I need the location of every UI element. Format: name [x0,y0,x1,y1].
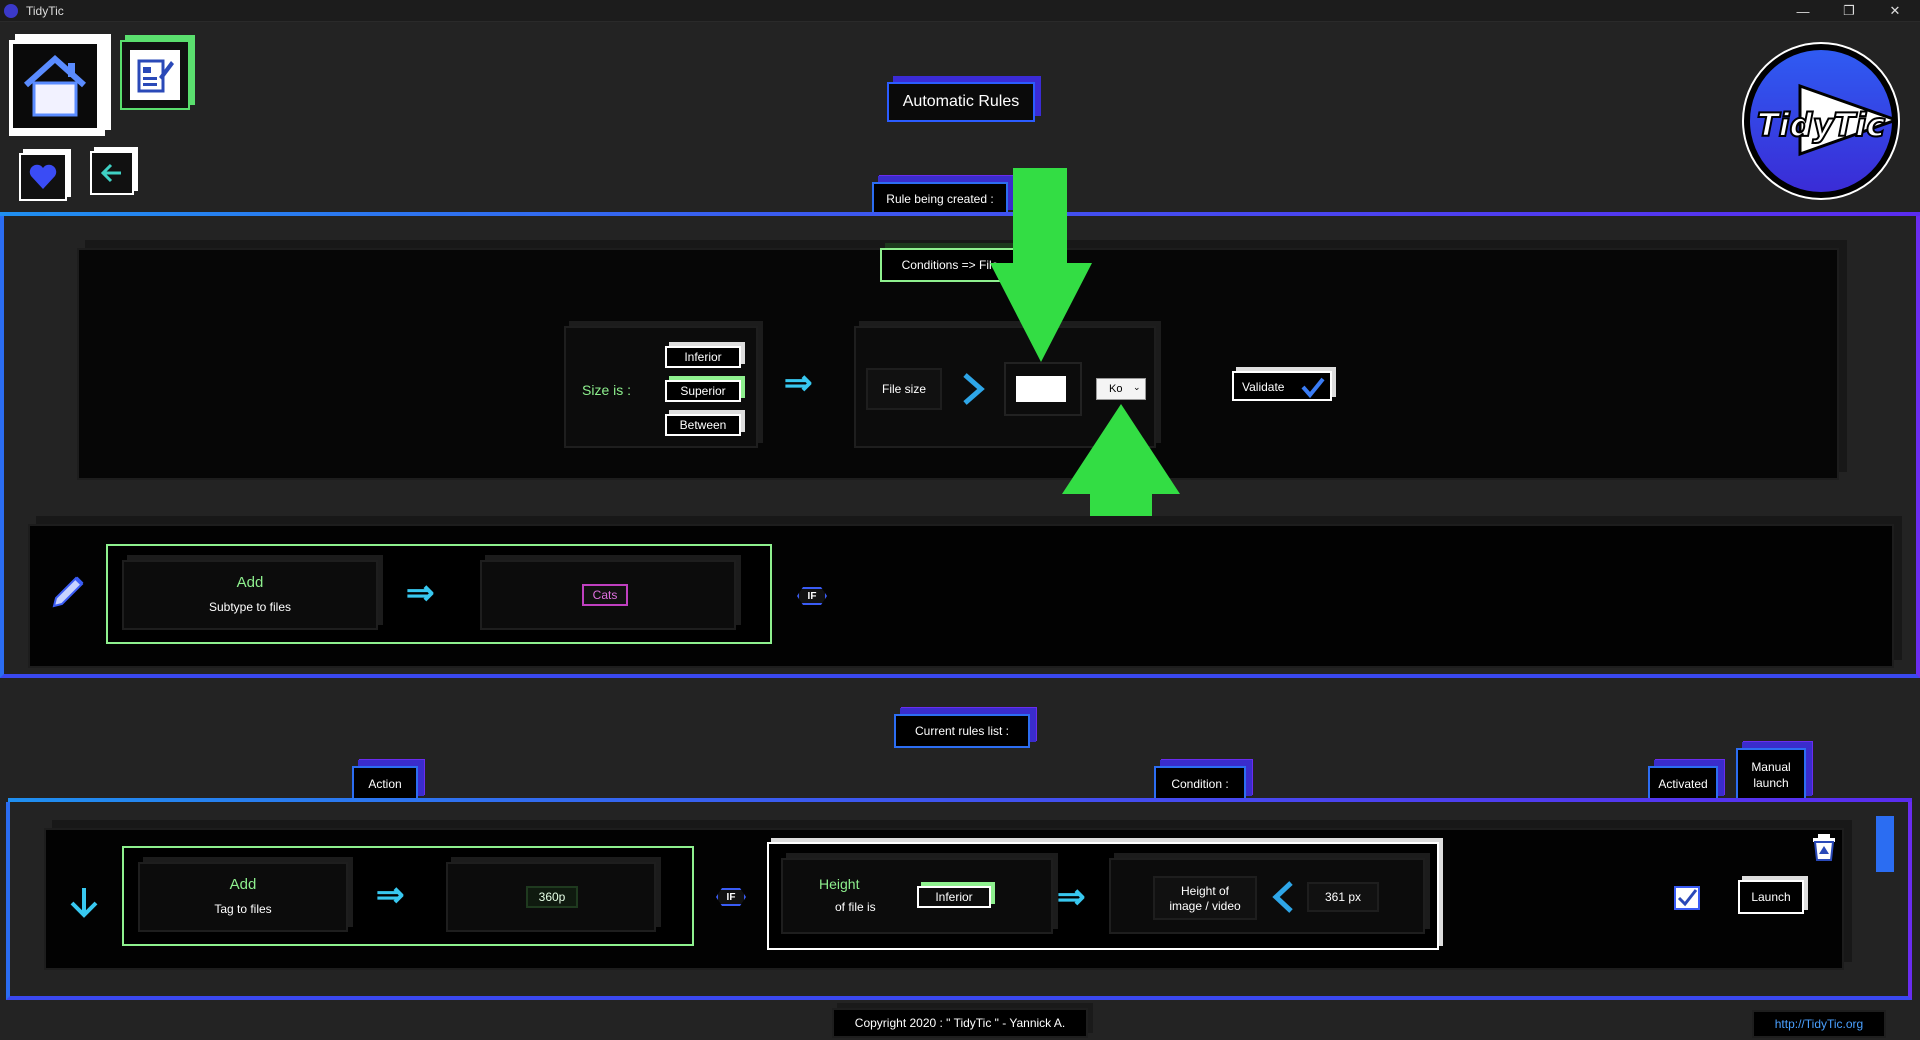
highlight-arrow-down-icon [990,168,1092,362]
rule-action-box: Add Tag to files ⇒ 360p [122,846,694,946]
column-action: Action [352,766,418,802]
tidytic-logo: TidyTic [1742,42,1900,200]
back-arrow-icon [99,161,125,185]
rule-action-verb-box: Add Tag to files [138,862,348,932]
double-arrow-icon: ⇒ [406,574,435,612]
validate-button[interactable]: Validate [1232,371,1332,401]
check-icon [1300,375,1326,399]
home-icon [13,44,97,128]
action-box: Add Subtype to files ⇒ Cats [106,544,772,644]
expand-arrow-icon[interactable] [66,884,102,920]
pencil-icon[interactable] [48,572,88,612]
rule-if-badge: IF [716,888,746,906]
action-value-box: Cats [480,560,736,630]
column-activated: Activated [1648,766,1718,802]
option-inferior-button[interactable]: Inferior [665,346,741,368]
rule-condition-box: Height of file is Inferior ⇒ Height of i… [767,842,1439,950]
rule-action-object: Tag to files [214,902,272,916]
file-size-label: File size [866,368,942,410]
title-bar: TidyTic — ❐ ✕ [0,0,1920,22]
double-arrow-icon: ⇒ [376,876,405,914]
rule-condition-field-box: Height of image / video 361 px [1109,858,1425,934]
activated-checkbox[interactable] [1674,886,1700,910]
rule-condition-field-line2: image / video [1169,899,1241,913]
rules-scrollbar[interactable] [1876,816,1894,872]
rule-condition-value: 361 px [1307,882,1379,912]
if-badge: IF [797,587,827,605]
close-icon[interactable]: ✕ [1872,0,1918,22]
rule-condition-operator: Inferior [917,886,991,908]
greater-than-icon [960,372,986,406]
trash-icon[interactable] [1810,832,1838,862]
manual-launch-line2: launch [1753,776,1789,790]
action-object: Subtype to files [208,600,292,614]
launch-button[interactable]: Launch [1738,880,1804,914]
restore-icon[interactable]: ❐ [1826,0,1872,22]
window-title: TidyTic [26,4,64,18]
chevron-down-icon: ⌄ [1133,382,1141,392]
action-verb-box: Add Subtype to files [122,560,378,630]
rule-condition-subject-box: Height of file is Inferior [781,858,1053,934]
rule-condition-field: Height of image / video [1153,876,1257,920]
unit-select[interactable]: Ko ⌄ [1096,378,1146,400]
rule-action-verb: Add [229,876,257,893]
website-link[interactable]: http://TidyTic.org [1752,1010,1886,1038]
option-superior-button[interactable]: Superior [665,380,741,402]
rule-action-value: 360p [526,886,578,908]
double-arrow-icon: ⇒ [784,364,813,402]
back-button[interactable] [90,151,134,195]
rules-document-icon [130,50,180,100]
size-value-input[interactable] [1016,376,1066,402]
rule-condition-field-line1: Height of [1180,884,1230,898]
rules-button[interactable] [120,40,190,110]
less-than-icon [1271,880,1295,914]
manual-launch-line1: Manual [1751,760,1791,774]
action-verb: Add [236,574,264,591]
minimize-icon[interactable]: — [1780,0,1826,22]
rule-being-created-label: Rule being created : [872,182,1008,216]
validate-label: Validate [1242,380,1285,394]
option-between-button[interactable]: Between [665,414,741,436]
current-rules-list-label: Current rules list : [894,714,1030,748]
double-arrow-icon: ⇒ [1057,878,1086,916]
copyright-text: Copyright 2020 : " TidyTic " - Yannick A… [832,1008,1088,1038]
heart-icon [28,163,58,191]
rule-condition-line1: Height [819,876,860,892]
app-logo-icon [4,4,18,18]
logo-text: TidyTic [1756,105,1886,145]
page-title: Automatic Rules [887,82,1035,122]
size-label: Size is : [582,382,632,398]
home-button[interactable] [9,40,105,136]
size-options-group: Size is : Inferior Superior Between [564,326,758,448]
column-manual-launch: Manual launch [1736,748,1806,802]
action-value: Cats [582,584,628,606]
rule-condition-line2: of file is [835,900,876,914]
column-condition: Condition : [1154,766,1246,802]
unit-value: Ko [1109,383,1123,395]
rule-action-value-box: 360p [446,862,656,932]
favorites-button[interactable] [19,153,67,201]
